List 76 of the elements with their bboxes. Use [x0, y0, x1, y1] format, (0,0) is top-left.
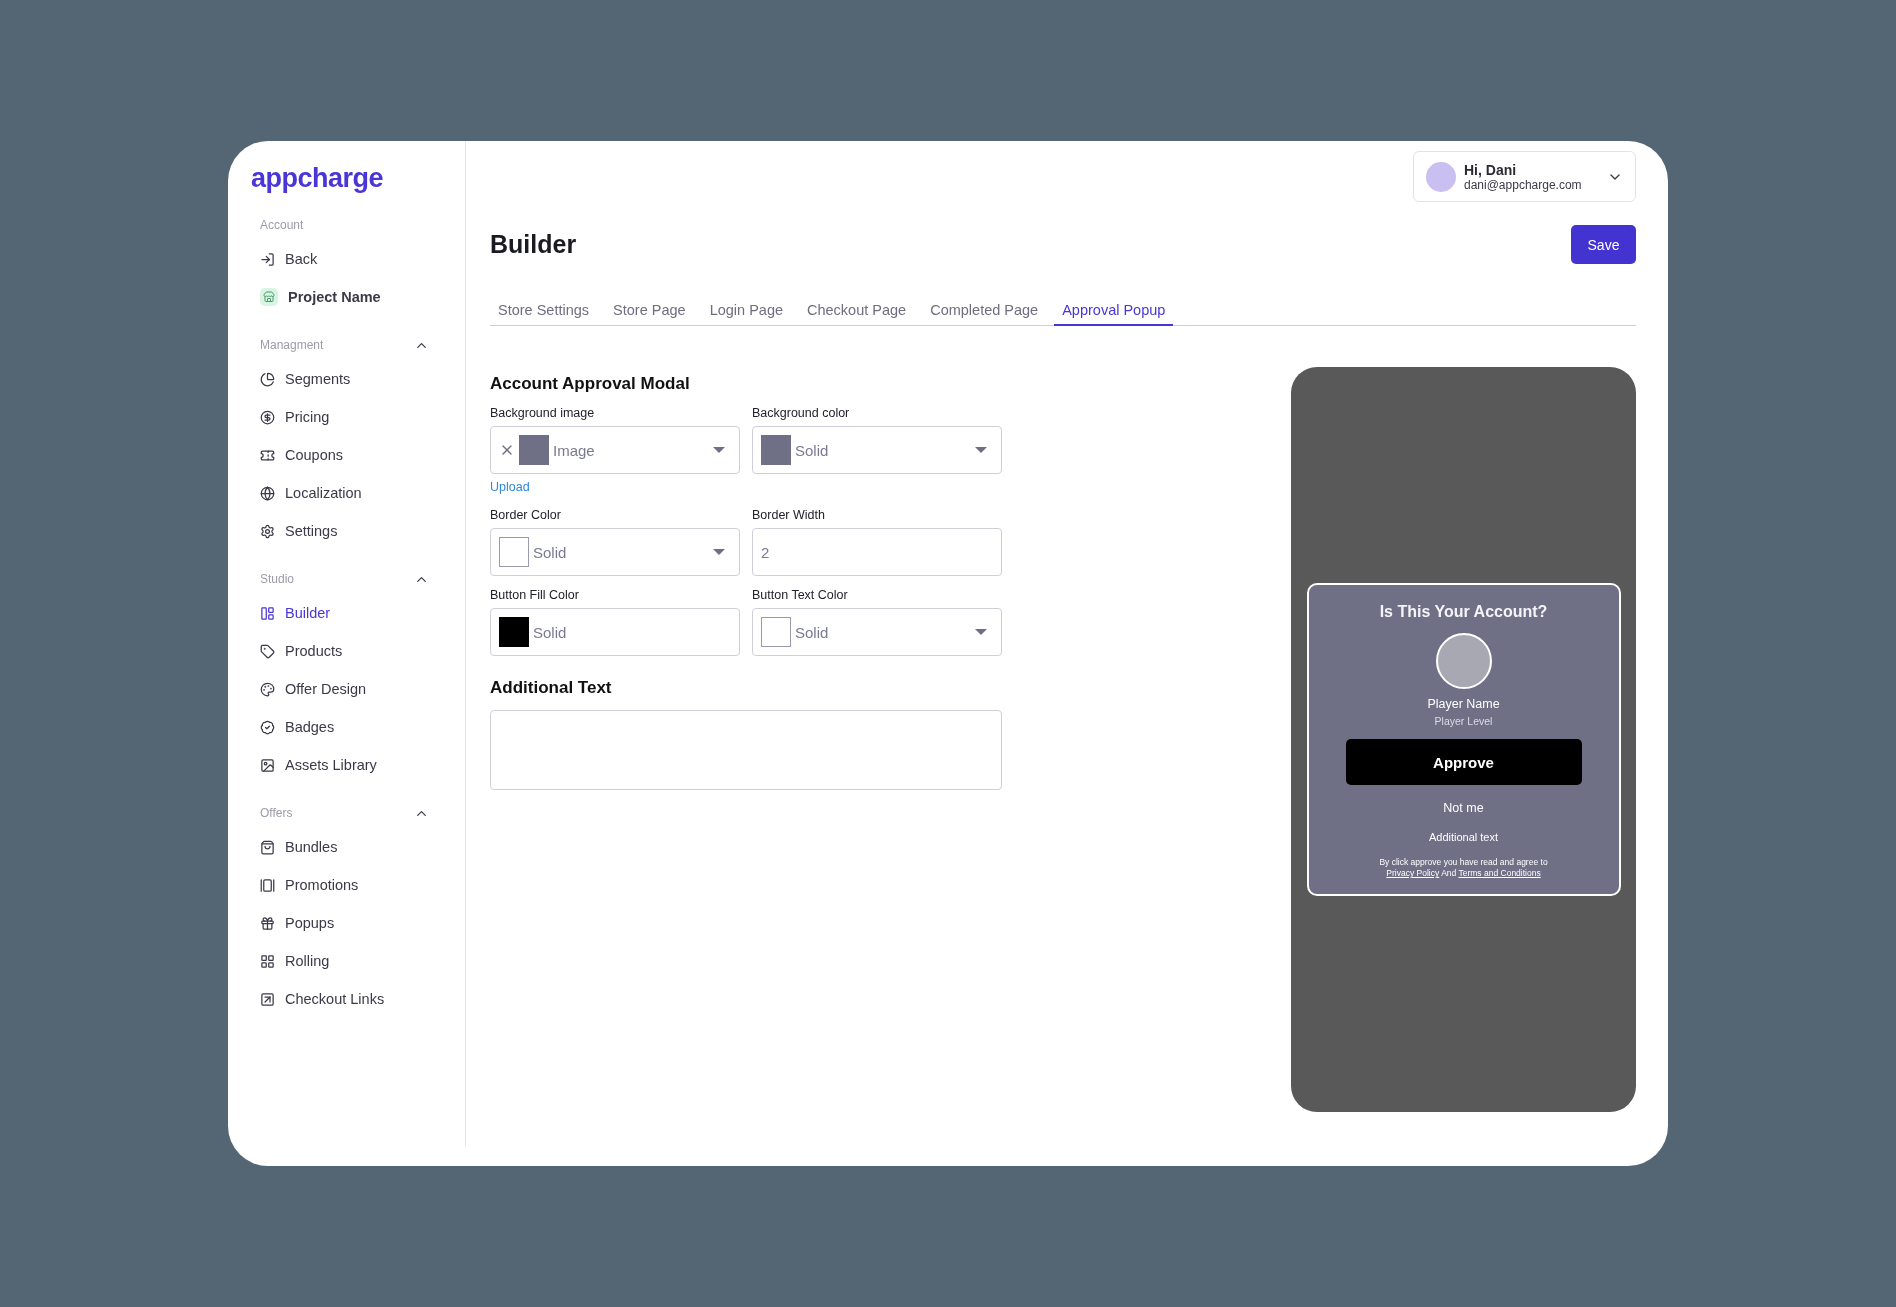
tab[interactable]: Completed Page: [922, 302, 1047, 326]
sidebar-item[interactable]: Settings: [260, 512, 429, 550]
input-field[interactable]: 2: [752, 528, 1002, 576]
privacy-policy-link[interactable]: Privacy Policy: [1386, 868, 1440, 879]
palette-icon: [260, 681, 275, 697]
sidebar-item[interactable]: Bundles: [260, 828, 429, 866]
section-title: Offers: [260, 806, 293, 820]
sidebar-item[interactable]: Segments: [260, 360, 429, 398]
sidebar-item[interactable]: Back: [260, 240, 429, 278]
terms-link[interactable]: Terms and Conditions: [1458, 868, 1541, 879]
tab[interactable]: Store Settings: [490, 302, 598, 326]
sidebar-item[interactable]: Rolling: [260, 942, 429, 980]
tab[interactable]: Store Page: [605, 302, 694, 326]
sidebar-item[interactable]: Popups: [260, 904, 429, 942]
field-label: Background color: [752, 406, 851, 420]
sidebar-item[interactable]: Localization: [260, 474, 429, 512]
bag-icon: [260, 839, 275, 855]
section-title: Studio: [260, 572, 295, 586]
additional-text: Additional text: [1428, 831, 1499, 843]
dollar-icon: [260, 409, 275, 425]
field-label: Button Fill Color: [490, 588, 580, 602]
section-heading: Additional Text: [490, 678, 613, 698]
section-heading: Account Approval Modal: [490, 374, 691, 394]
not-me-link[interactable]: Not me: [1443, 801, 1484, 815]
color-select[interactable]: Solid: [752, 608, 1002, 656]
field-label: Button Text Color: [752, 588, 849, 602]
section-title: Managment: [260, 338, 324, 352]
color-select[interactable]: Solid: [490, 608, 740, 656]
grid-plus-icon: [260, 953, 275, 969]
section-title: Account: [260, 218, 304, 232]
arrow-square-icon: [260, 991, 275, 1007]
additional-text-field[interactable]: [490, 710, 1002, 790]
gallery-icon: [260, 877, 275, 893]
legal-text: By click approve you have read and agree to Privacy Policy And Terms and Conditions: [1378, 857, 1549, 880]
approve-button[interactable]: Approve: [1345, 739, 1582, 785]
field-label: Border Width: [752, 508, 826, 522]
page-title: Builder: [490, 230, 577, 259]
sidebar-item[interactable]: Badges: [260, 708, 429, 746]
layout-icon: [260, 605, 275, 621]
logo: appcharge: [250, 163, 385, 194]
store-icon: [260, 288, 278, 306]
user-menu[interactable]: Hi, Dani dani@appcharge.com: [1413, 151, 1636, 202]
back-arrow-icon: [260, 251, 275, 267]
settings-icon: [260, 523, 275, 539]
tab[interactable]: Checkout Page: [799, 302, 915, 326]
sidebar-item[interactable]: Checkout Links: [260, 980, 429, 1018]
upload-link[interactable]: Upload: [490, 480, 740, 494]
sidebar-item[interactable]: Builder: [260, 594, 429, 632]
save-button[interactable]: Save: [1571, 225, 1636, 264]
avatar: [1426, 161, 1456, 192]
sidebar-item[interactable]: Promotions: [260, 866, 429, 904]
sidebar-item[interactable]: Project Name: [260, 278, 429, 316]
field-label: Border Color: [490, 508, 562, 522]
modal-title: Is This Your Account?: [1379, 603, 1548, 621]
badge-check-icon: [260, 719, 275, 735]
gift-icon: [260, 915, 275, 931]
sidebar-item[interactable]: Coupons: [260, 436, 429, 474]
player-level: Player Level: [1434, 715, 1493, 727]
color-select[interactable]: Image: [490, 426, 740, 474]
user-email: dani@appcharge.com: [1464, 177, 1583, 192]
user-greeting: Hi, Dani: [1464, 161, 1518, 178]
sidebar-item[interactable]: Products: [260, 632, 429, 670]
sidebar-item[interactable]: Assets Library: [260, 746, 429, 784]
sidebar-item[interactable]: Pricing: [260, 398, 429, 436]
ticket-icon: [260, 447, 275, 463]
tag-icon: [260, 643, 275, 659]
sidebar-item[interactable]: Offer Design: [260, 670, 429, 708]
field-label: Background image: [490, 406, 596, 420]
player-name: Player Name: [1427, 697, 1500, 711]
image-icon: [260, 757, 275, 773]
pie-chart-icon: [260, 371, 275, 387]
color-select[interactable]: Solid: [490, 528, 740, 576]
color-select[interactable]: Solid: [752, 426, 1002, 474]
globe-icon: [260, 485, 275, 501]
tab[interactable]: Login Page: [701, 302, 791, 326]
tab[interactable]: Approval Popup: [1054, 302, 1174, 326]
